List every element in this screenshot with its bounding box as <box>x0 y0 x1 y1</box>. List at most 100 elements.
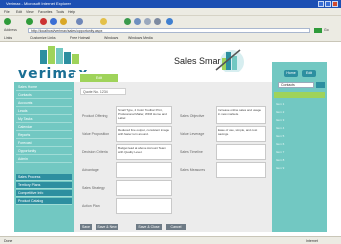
value-proposition-field[interactable]: Reduced fine output, consistent image wi… <box>116 126 172 142</box>
advantage-field[interactable] <box>116 162 172 178</box>
go-icon[interactable] <box>314 28 322 33</box>
label-sales-strategy: Sales Strategy <box>82 186 105 190</box>
left-sidebar: Sales Home Contacts Accounts Leads My Ta… <box>14 82 74 232</box>
sidebar-item-leads[interactable]: Leads <box>16 108 72 115</box>
label-product-offering: Product Offering <box>82 114 108 118</box>
edit-button[interactable]: Edit <box>302 70 316 77</box>
sidebar-item-competitive-info[interactable]: Competitive Info <box>16 190 72 197</box>
back-icon[interactable] <box>4 18 11 25</box>
status-zone: Internet <box>306 239 318 243</box>
main-form: Quote No. 1234 Product Offering Small Ty… <box>74 82 272 232</box>
media-icon[interactable] <box>124 18 131 25</box>
right-list-item[interactable]: Item 9 <box>276 166 284 170</box>
links-bar: Links Customize Links Free Hotmail Windo… <box>0 34 341 42</box>
go-button[interactable]: Go <box>324 28 329 32</box>
tab-strip: Edit <box>74 72 272 82</box>
window-title: Verimax - Microsoft Internet Explorer <box>6 1 71 6</box>
sidebar-item-opportunity[interactable]: Opportunity <box>16 148 72 155</box>
search-icon[interactable] <box>76 18 83 25</box>
label-value-proposition: Value Proposition <box>82 132 110 136</box>
menu-edit[interactable]: Edit <box>16 10 22 14</box>
sidebar-item-product-catalog[interactable]: Product Catalog <box>16 198 72 205</box>
value-leverage-field[interactable]: Ease of use, simple, and cost savings. <box>216 126 266 142</box>
minimize-button[interactable] <box>318 1 324 7</box>
verimax-logo-icon <box>40 46 79 64</box>
label-sales-measures: Sales Measures <box>180 168 206 172</box>
link-customize[interactable]: Customize Links <box>30 36 56 40</box>
go-select-button[interactable] <box>316 82 325 88</box>
address-label: Address <box>4 28 17 32</box>
sales-objective-field[interactable]: Increase online sales and usage in new m… <box>216 106 266 124</box>
sidebar-item-accounts[interactable]: Accounts <box>16 100 72 107</box>
links-label: Links <box>4 36 13 40</box>
right-list-item[interactable]: Item 5 <box>276 134 284 138</box>
address-input[interactable]: http://localhost/verimax/sales/opportuni… <box>28 28 310 33</box>
right-panel: Home Edit Contacts Item 1 Item 2 Item 3 … <box>272 62 327 232</box>
contacts-select[interactable]: Contacts <box>278 82 314 88</box>
refresh-icon[interactable] <box>50 18 57 25</box>
sidebar-item-admin[interactable]: Admin <box>16 156 72 163</box>
label-sales-timeline: Sales Timeline <box>180 150 203 154</box>
label-decision-criteria: Decision Criteria <box>82 150 108 154</box>
word-icon[interactable] <box>166 18 173 25</box>
save-and-close-button[interactable]: Save & Close <box>136 224 162 230</box>
cancel-button[interactable]: Cancel <box>166 224 186 230</box>
sidebar-item-forecast[interactable]: Forecast <box>16 140 72 147</box>
favorites-icon[interactable] <box>100 18 107 25</box>
sidebar-item-sales-home[interactable]: Sales Home <box>16 84 72 91</box>
menu-view[interactable]: View <box>26 10 34 14</box>
link-windows-media[interactable]: Windows Media <box>128 36 153 40</box>
browser-window: Verimax - Microsoft Internet Explorer Fi… <box>0 0 341 244</box>
status-bar: Done Internet <box>0 236 341 244</box>
menu-help[interactable]: Help <box>68 10 75 14</box>
sidebar-item-reports[interactable]: Reports <box>16 132 72 139</box>
sidebar-item-territory-plans[interactable]: Territory Plans <box>16 182 72 189</box>
decision-criteria-field[interactable]: Budget lead at above Account Team with Q… <box>116 144 172 160</box>
link-windows[interactable]: Windows <box>104 36 118 40</box>
right-list-item[interactable]: Item 6 <box>276 142 284 146</box>
label-advantage: Advantage <box>82 168 99 172</box>
close-button[interactable] <box>332 1 338 7</box>
sidebar-item-calendar[interactable]: Calendar <box>16 124 72 131</box>
menu-tools[interactable]: Tools <box>56 10 64 14</box>
save-button[interactable]: Save <box>80 224 92 230</box>
right-list-item[interactable]: Item 3 <box>276 118 284 122</box>
stop-icon[interactable] <box>40 18 47 25</box>
sales-timeline-field[interactable] <box>216 144 266 160</box>
right-list-item[interactable]: Item 7 <box>276 150 284 154</box>
action-plan-field[interactable] <box>116 198 172 214</box>
label-action-plan: Action Plan <box>82 204 100 208</box>
breadcrumb: Quote No. 1234 <box>80 88 126 95</box>
sidebar-item-sales-process[interactable]: Sales Process <box>16 174 72 181</box>
product-offering-field[interactable]: Small Type, 4 Color Toolbar Print, Profe… <box>116 106 172 124</box>
sales-measures-field[interactable] <box>216 162 266 178</box>
right-list-item[interactable]: Item 4 <box>276 126 284 130</box>
save-and-new-button[interactable]: Save & New <box>96 224 118 230</box>
address-value: http://localhost/verimax/sales/opportuni… <box>31 29 103 33</box>
home-icon[interactable] <box>60 18 67 25</box>
menu-bar: File Edit View Favorites Tools Help <box>0 8 341 15</box>
link-hotmail[interactable]: Free Hotmail <box>70 36 90 40</box>
label-value-leverage: Value Leverage <box>180 132 205 136</box>
tab-edit[interactable]: Edit <box>80 74 118 82</box>
right-list-item[interactable]: Item 8 <box>276 158 284 162</box>
history-icon[interactable] <box>134 18 141 25</box>
right-list-item[interactable]: Item 1 <box>276 102 284 106</box>
label-sales-objective: Sales Objective <box>180 114 205 118</box>
sales-strategy-field[interactable] <box>116 180 172 196</box>
mail-icon[interactable] <box>144 18 151 25</box>
title-bar: Verimax - Microsoft Internet Explorer <box>0 0 341 8</box>
home-button[interactable]: Home <box>284 70 298 77</box>
status-text: Done <box>4 239 13 243</box>
sidebar-item-my-tasks[interactable]: My Tasks <box>16 116 72 123</box>
right-panel-header <box>274 92 325 98</box>
print-icon[interactable] <box>154 18 161 25</box>
toolbar <box>0 15 341 27</box>
menu-file[interactable]: File <box>4 10 10 14</box>
sidebar-item-contacts[interactable]: Contacts <box>16 92 72 99</box>
maximize-button[interactable] <box>325 1 331 7</box>
forward-icon[interactable] <box>26 18 33 25</box>
right-list-item[interactable]: Item 2 <box>276 110 284 114</box>
menu-favorites[interactable]: Favorites <box>38 10 52 14</box>
address-bar: Address http://localhost/verimax/sales/o… <box>0 27 341 34</box>
